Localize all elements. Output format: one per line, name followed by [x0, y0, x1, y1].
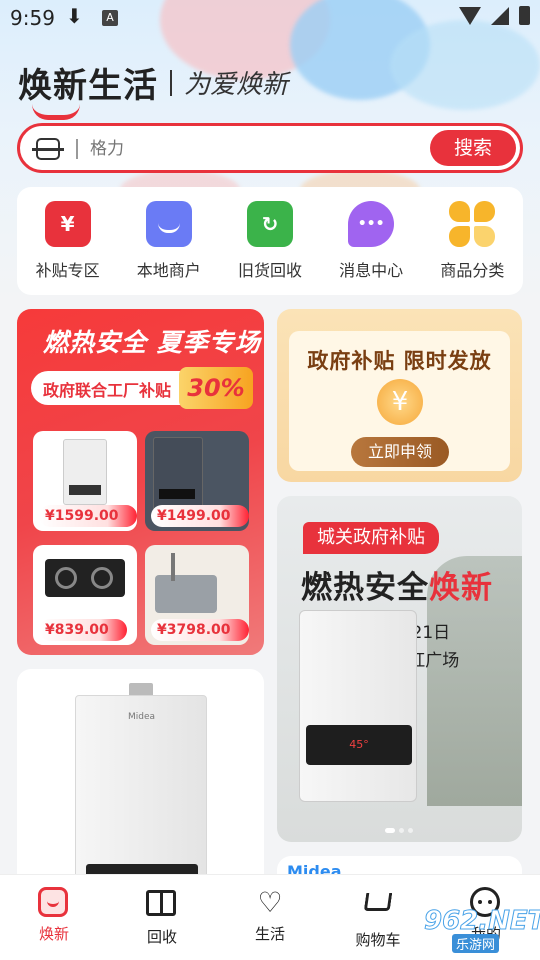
event-tag: 城关政府补贴	[303, 522, 439, 554]
tab-recycle[interactable]: 回收	[108, 875, 216, 960]
watermark-number: 962.NET	[423, 906, 540, 937]
promo-pill-label: 政府联合工厂补贴	[43, 381, 172, 400]
claim-button[interactable]: 立即申领	[351, 437, 449, 467]
category-classification[interactable]: 商品分类	[425, 201, 519, 295]
product-price: ¥1599.00	[39, 505, 137, 527]
search-divider	[76, 139, 78, 159]
search-input[interactable]	[90, 135, 420, 163]
message-icon: •••	[348, 201, 395, 247]
category-local-shops[interactable]: 本地商户	[122, 201, 216, 295]
recycle-icon: ↻	[246, 201, 293, 247]
category-subsidy[interactable]: ¥ 补贴专区	[21, 201, 115, 295]
status-bar: 9:59 ⬇ A	[0, 0, 540, 36]
tab-label: 回收	[146, 928, 177, 946]
gov-subsidy-title: 政府补贴 限时发放	[307, 349, 492, 373]
product-price: ¥1499.00	[151, 505, 249, 527]
tab-label: 生活	[254, 925, 285, 943]
category-icon	[449, 201, 496, 247]
gov-subsidy-envelope: 政府补贴 限时发放 ¥ 立即申领	[289, 331, 510, 471]
brand-header: 焕新生活 为爱焕新	[18, 58, 289, 120]
tab-home[interactable]: 焕新	[0, 875, 108, 960]
scan-icon[interactable]	[32, 138, 64, 160]
tab-label: 焕新	[38, 925, 69, 943]
event-headline: 燃热安全焕新	[301, 570, 493, 606]
gov-subsidy-card[interactable]: 政府补贴 限时发放 ¥ 立即申领	[277, 309, 522, 482]
status-time: 9:59	[10, 6, 55, 30]
book-icon	[146, 890, 178, 922]
brand-name: 焕新生活	[18, 66, 158, 106]
promo-title: 燃热安全 夏季专场	[43, 328, 261, 357]
wifi-icon	[459, 6, 481, 25]
promo-percent: 30%	[179, 367, 253, 409]
category-recycling[interactable]: ↻ 旧货回收	[223, 201, 317, 295]
home-smile-icon	[38, 887, 70, 919]
heart-leaf-icon: ♡	[257, 886, 283, 919]
cart-icon	[362, 893, 394, 925]
signal-icon	[491, 6, 509, 25]
product-price: ¥839.00	[39, 619, 127, 641]
battery-icon	[519, 6, 530, 25]
site-watermark: 962.NET 乐游网	[396, 906, 540, 954]
tab-life[interactable]: ♡ 生活	[216, 875, 324, 960]
category-label: 补贴专区	[35, 261, 100, 280]
product-brand: Midea	[128, 712, 156, 722]
product-tile[interactable]: ¥3798.00	[145, 545, 249, 645]
promo-card[interactable]: 燃热安全 夏季专场 政府联合工厂补贴 30% ¥1599.00 ¥1499.00…	[17, 309, 264, 655]
search-button[interactable]: 搜索	[430, 130, 516, 166]
category-messages[interactable]: ••• 消息中心	[324, 201, 418, 295]
carousel-dots	[385, 828, 413, 833]
event-banner[interactable]: 城关政府补贴 燃热安全焕新 7月19日~7月21日 ● 城关区东方红广场 45°	[277, 496, 522, 842]
watermark-site: 乐游网	[452, 934, 500, 953]
shop-icon	[145, 201, 192, 247]
category-label: 旧货回收	[237, 261, 302, 280]
product-tile[interactable]: ¥1599.00	[33, 431, 137, 531]
product-tile[interactable]: ¥839.00	[33, 545, 137, 645]
red-envelope-icon: ¥	[44, 201, 91, 247]
download-icon: ⬇	[66, 4, 83, 28]
category-label: 消息中心	[339, 261, 404, 280]
coin-icon: ¥	[377, 379, 423, 425]
category-label: 本地商户	[136, 261, 201, 280]
brand-slogan: 为爱焕新	[184, 70, 289, 100]
category-grid: ¥ 补贴专区 本地商户 ↻ 旧货回收 ••• 消息中心 商品分类	[17, 187, 523, 295]
notification-icon: A	[102, 10, 118, 26]
product-tile[interactable]: ¥1499.00	[145, 431, 249, 531]
product-price: ¥3798.00	[151, 619, 249, 641]
brand-divider	[170, 69, 172, 96]
promo-pill: 政府联合工厂补贴 30%	[31, 367, 253, 409]
search-bar: 搜索	[17, 123, 523, 173]
category-label: 商品分类	[440, 261, 505, 280]
water-heater-image: 45°	[299, 610, 417, 802]
heater-display: 45°	[306, 725, 412, 765]
